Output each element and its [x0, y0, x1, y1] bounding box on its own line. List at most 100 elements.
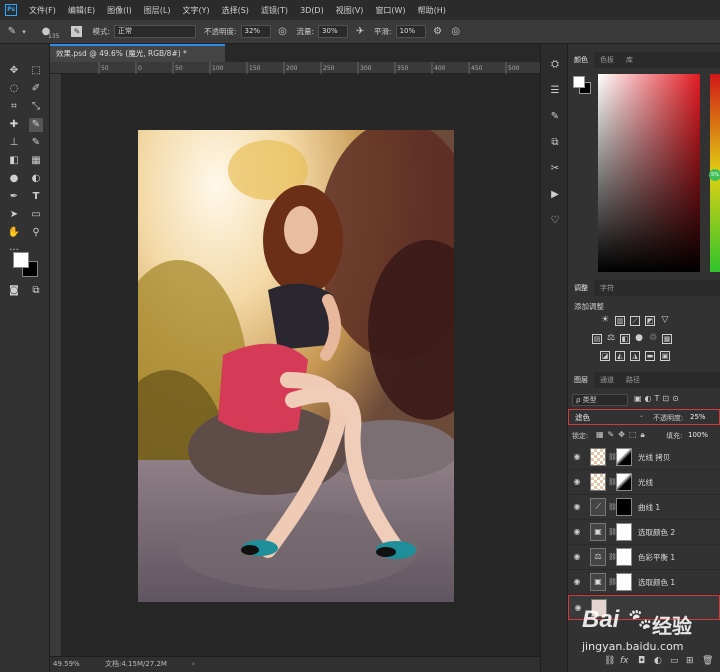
layer-mask-thumbnail[interactable]	[616, 548, 632, 566]
zoom-level[interactable]: 49.59%	[53, 657, 80, 672]
brush-settings-icon[interactable]: ✎	[548, 110, 562, 124]
layer-filter-icons[interactable]: ▣◐T⊡⊙	[634, 394, 682, 403]
healing-brush-tool-icon[interactable]: ✚	[7, 118, 21, 132]
menu-3d[interactable]: 3D(D)	[294, 6, 330, 15]
eye-icon[interactable]: ◉	[572, 552, 582, 562]
eye-icon[interactable]: ◉	[572, 452, 582, 462]
actions-play-icon[interactable]: ▶	[548, 188, 562, 202]
rectangle-tool-icon[interactable]: ▭	[29, 208, 43, 222]
channel-mixer-icon[interactable]: ♲	[648, 334, 658, 344]
layer-name[interactable]: 色彩平衡 1	[638, 545, 675, 570]
eraser-tool-icon[interactable]: ◧	[7, 154, 21, 168]
history-icon[interactable]: ⛭	[548, 58, 562, 72]
brightness-contrast-icon[interactable]: ☀	[600, 316, 610, 326]
blend-mode-select[interactable]: 滤色	[575, 412, 590, 423]
layer-comps-icon[interactable]: ⧉	[548, 136, 562, 150]
selective-color-adjustment-icon[interactable]: ▣	[590, 523, 606, 541]
flow-input[interactable]: 30%	[318, 25, 349, 38]
gradient-tool-icon[interactable]: ▦	[29, 154, 43, 168]
hand-tool-icon[interactable]: ✋	[7, 226, 21, 240]
properties-icon[interactable]: ☰	[548, 84, 562, 98]
curves-icon[interactable]: ⟋	[630, 316, 640, 326]
invert-icon[interactable]: ◪	[600, 351, 610, 361]
layer-mask-thumbnail[interactable]	[616, 448, 632, 466]
black-white-icon[interactable]: ◧	[620, 334, 630, 344]
document-info[interactable]: 文档:4.15M/27.2M	[105, 657, 167, 672]
layer-row[interactable]: ◉ ⚖ ⛓ 色彩平衡 1	[568, 545, 720, 570]
pressure-opacity-icon[interactable]: ◎	[277, 26, 289, 38]
layer-row[interactable]: ◉ ⟋ ⛓ 曲线 1	[568, 495, 720, 520]
brush-panel-icon[interactable]: ✎	[71, 26, 83, 37]
menu-filter[interactable]: 滤镜(T)	[255, 5, 294, 16]
selective-color-adjustment-icon[interactable]: ▣	[590, 573, 606, 591]
layer-thumbnail[interactable]	[590, 473, 606, 491]
tool-presets-icon[interactable]: ✂	[548, 162, 562, 176]
quick-mask-icon[interactable]: ◙	[7, 284, 21, 298]
layer-name[interactable]: 光线 拷贝	[638, 445, 670, 470]
eye-icon[interactable]: ◉	[572, 477, 582, 487]
brush-tool-icon[interactable]: ✎	[6, 26, 18, 38]
menu-help[interactable]: 帮助(H)	[412, 5, 452, 16]
layer-row[interactable]: ◉ ▣ ⛓ 选取颜色 2	[568, 520, 720, 545]
menu-view[interactable]: 视图(V)	[330, 5, 370, 16]
mode-select[interactable]: 正常	[113, 25, 196, 38]
gradient-map-icon[interactable]: ▬	[645, 351, 655, 361]
layer-row[interactable]: ◉ ▣ ⛓ 选取颜色 1	[568, 570, 720, 595]
link-icon[interactable]: ⛓	[608, 503, 617, 511]
layer-mask-thumbnail[interactable]	[616, 498, 632, 516]
blur-tool-icon[interactable]: ●	[7, 172, 21, 186]
menu-window[interactable]: 窗口(W)	[369, 5, 411, 16]
link-icon[interactable]: ⛓	[608, 528, 617, 536]
tab-channels[interactable]: 通道	[594, 372, 620, 388]
layer-mask-thumbnail[interactable]	[616, 473, 632, 491]
crop-tool-icon[interactable]: ⌗	[7, 100, 21, 114]
status-menu-arrow-icon[interactable]: ›	[192, 657, 195, 672]
layer-opacity-value[interactable]: 25%	[690, 413, 706, 421]
vibrance-icon[interactable]: ▽	[660, 316, 670, 326]
lock-icons[interactable]: ▦✎✥⬚🔒︎	[596, 430, 649, 440]
posterize-icon[interactable]: ◭	[615, 351, 625, 361]
foreground-color-swatch[interactable]	[13, 252, 29, 268]
chevron-down-icon[interactable]: ⌄	[639, 412, 644, 419]
link-icon[interactable]: ⛓	[608, 553, 617, 561]
eye-icon[interactable]: ◉	[572, 527, 582, 537]
selective-color-icon[interactable]: ▣	[660, 351, 670, 361]
color-balance-icon[interactable]: ⚖	[606, 334, 616, 344]
eyedropper-tool-icon[interactable]: ⤡	[29, 100, 43, 114]
curves-adjustment-icon[interactable]: ⟋	[590, 498, 606, 516]
threshold-icon[interactable]: ◮	[630, 351, 640, 361]
tab-libraries[interactable]: 库	[620, 52, 639, 68]
layer-name[interactable]: 光线	[638, 470, 653, 495]
layer-mask-thumbnail[interactable]	[616, 523, 632, 541]
link-icon[interactable]: ⛓	[608, 453, 617, 461]
tab-adjustments[interactable]: 调整	[568, 280, 594, 296]
opacity-input[interactable]: 32%	[240, 25, 271, 38]
color-field[interactable]	[598, 74, 700, 272]
clone-stamp-tool-icon[interactable]: ⊥	[7, 136, 21, 150]
type-tool-icon[interactable]: T	[29, 190, 43, 204]
layer-name[interactable]: 曲线 1	[638, 495, 660, 520]
screen-mode-icon[interactable]: ⧉	[29, 284, 43, 298]
pressure-size-icon[interactable]: ◎	[450, 26, 462, 38]
tab-swatches[interactable]: 色板	[594, 52, 620, 68]
exposure-icon[interactable]: ◩	[645, 316, 655, 326]
menu-image[interactable]: 图像(I)	[101, 5, 138, 16]
menu-file[interactable]: 文件(F)	[23, 5, 62, 16]
color-foreground-swatch[interactable]	[573, 76, 585, 88]
brush-tool-icon[interactable]: ✎	[29, 118, 43, 132]
layer-filter-select[interactable]: ρ 类型	[572, 394, 628, 406]
layer-mask-thumbnail[interactable]	[616, 573, 632, 591]
tab-layers[interactable]: 图层	[568, 372, 594, 388]
smoothing-input[interactable]: 10%	[395, 25, 426, 38]
menu-type[interactable]: 文字(Y)	[176, 5, 215, 16]
tab-paths[interactable]: 路径	[620, 372, 646, 388]
layer-row[interactable]: ◉ ⛓ 光线	[568, 470, 720, 495]
layer-name[interactable]: 选取颜色 2	[638, 520, 675, 545]
airbrush-icon[interactable]: ✈	[354, 26, 366, 38]
gear-icon[interactable]: ⚙	[432, 26, 444, 38]
pen-tool-icon[interactable]: ✒	[7, 190, 21, 204]
link-icon[interactable]: ⛓	[608, 578, 617, 586]
layer-name[interactable]: 选取颜色 1	[638, 570, 675, 595]
fill-value[interactable]: 100%	[688, 431, 708, 439]
eye-icon[interactable]: ◉	[572, 577, 582, 587]
